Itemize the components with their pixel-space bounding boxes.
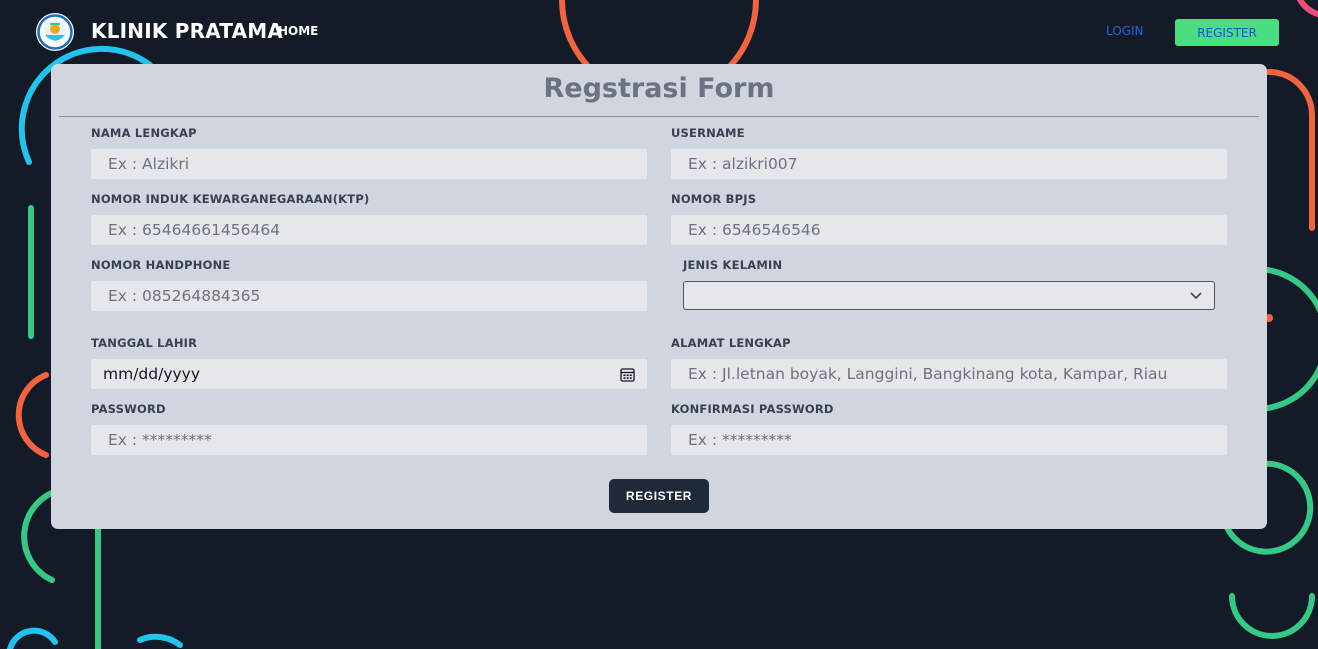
konfirmasi-password-input[interactable] [671,425,1227,455]
tanggal-lahir-value: mm/dd/yyyy [103,365,201,383]
arc-green-right-3 [1229,593,1315,639]
page: KLINIK PRATAMA HOME LOGIN REGISTER Regst… [0,0,1318,649]
registration-card: Regstrasi Form NAMA LENGKAP USERNAME NOM… [51,64,1267,529]
label-alamat: ALAMAT LENGKAP [671,336,791,350]
chevron-down-icon [1190,291,1202,299]
username-input[interactable] [671,149,1227,179]
arc-pink-top-right [1297,0,1318,17]
nav-home-link[interactable]: HOME [278,24,318,38]
label-tanggal-lahir: TANGGAL LAHIR [91,336,198,350]
arc-cyan-bottom-1 [7,627,58,649]
label-username: USERNAME [671,126,745,140]
nav-login-link[interactable]: LOGIN [1106,24,1144,38]
register-submit-button[interactable]: REGISTER [609,479,709,513]
arc-orange-left [15,372,49,458]
nama-lengkap-input[interactable] [91,149,647,179]
arc-orange-right [1265,68,1315,231]
arc-green-right [1265,267,1318,411]
tanggal-lahir-input[interactable]: mm/dd/yyyy [91,359,647,389]
label-bpjs: NOMOR BPJS [671,192,757,206]
nik-input[interactable] [91,215,647,245]
label-konfirmasi-password: KONFIRMASI PASSWORD [671,402,834,416]
bpjs-input[interactable] [671,215,1227,245]
clinic-logo-icon [36,13,74,51]
label-nik: NOMOR INDUK KEWARGANEGARAAN(KTP) [91,192,370,206]
arc-cyan-bottom-2 [137,633,183,648]
password-input[interactable] [91,425,647,455]
form-title: Regstrasi Form [543,73,775,104]
handphone-input[interactable] [91,281,647,311]
label-password: PASSWORD [91,402,166,416]
title-divider [59,116,1259,117]
brand-title: KLINIK PRATAMA [91,19,284,43]
label-nama-lengkap: NAMA LENGKAP [91,126,197,140]
label-jenis-kelamin: JENIS KELAMIN [683,258,783,272]
label-handphone: NOMOR HANDPHONE [91,258,231,272]
calendar-icon[interactable] [620,367,635,382]
alamat-input[interactable] [671,359,1227,389]
nav-register-button[interactable]: REGISTER [1175,19,1279,46]
jenis-kelamin-select[interactable] [683,281,1215,310]
